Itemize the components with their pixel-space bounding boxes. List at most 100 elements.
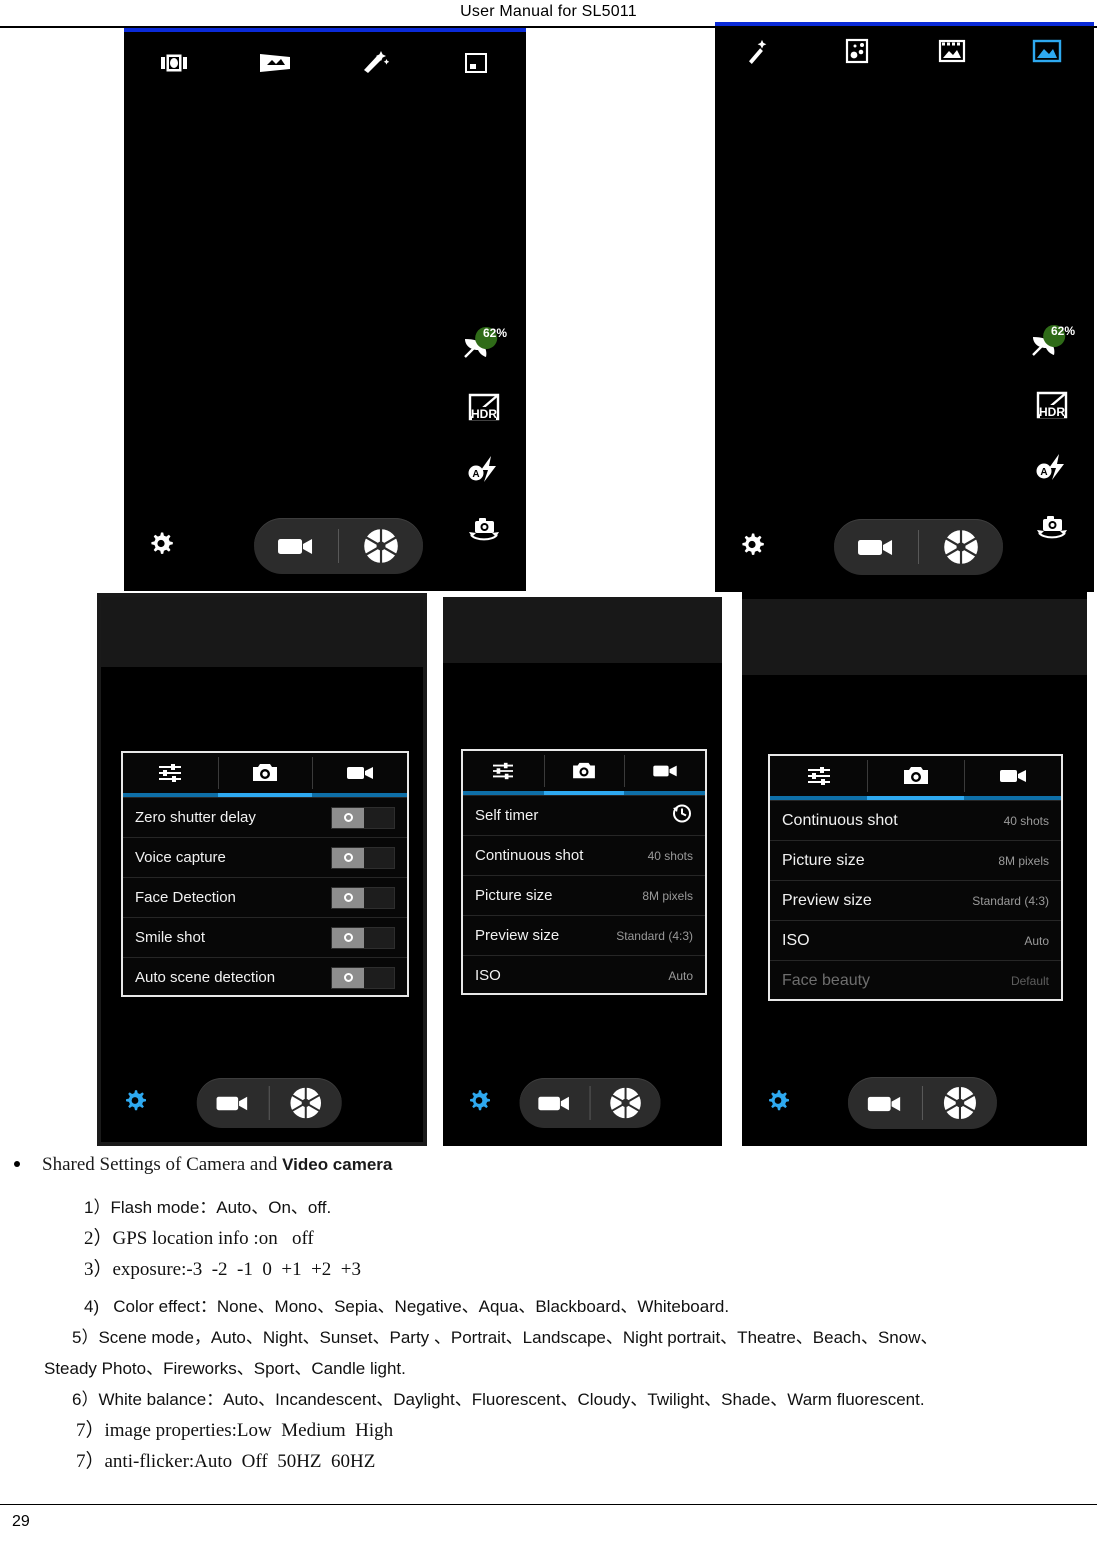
setting-row[interactable]: Voice capture (123, 837, 407, 877)
setting-row[interactable]: ISO Auto (770, 920, 1061, 960)
gear-icon[interactable] (465, 1087, 493, 1120)
setting-row[interactable]: ISO Auto (463, 955, 705, 995)
hdr-icon[interactable]: HDR (1035, 390, 1069, 425)
setting-value: Auto (668, 968, 693, 983)
setting-label: Picture size (475, 887, 553, 904)
magic-wand-icon[interactable] (715, 38, 810, 64)
setting-label: Face Detection (135, 889, 236, 906)
battery-leaf-icon[interactable]: 62% (460, 324, 508, 364)
gallery-photo-icon[interactable] (999, 39, 1094, 63)
list-item: 7）image properties:Low Medium High (76, 1420, 394, 1441)
setting-row[interactable]: Preview size Standard (4:3) (770, 880, 1061, 920)
settings-panel-toggles[interactable]: Zero shutter delay Voice capture Face De… (121, 751, 409, 997)
setting-label: Self timer (475, 807, 539, 824)
setting-row[interactable]: Zero shutter delay (123, 797, 407, 837)
setting-row[interactable]: Continuous shot 40 shots (770, 800, 1061, 840)
toggle-voice-capture[interactable] (331, 846, 395, 869)
tab-general[interactable] (123, 753, 218, 793)
toggle-smile-shot[interactable] (331, 926, 395, 949)
bullet-dot-icon (14, 1161, 20, 1167)
camera-viewfinder-right[interactable]: 62% HDR A (715, 22, 1094, 592)
tab-camera[interactable] (217, 753, 313, 793)
camera-viewfinder-left[interactable]: 62% HDR A (124, 28, 526, 591)
svg-text:HDR: HDR (471, 407, 497, 421)
toggle-auto-scene-detection[interactable] (331, 966, 395, 989)
setting-row[interactable]: Picture size 8M pixels (463, 875, 705, 915)
setting-row[interactable]: Smile shot (123, 917, 407, 957)
shutter-button[interactable] (919, 525, 1003, 569)
tab-camera[interactable] (867, 756, 964, 796)
setting-label: ISO (475, 967, 501, 984)
setting-row[interactable]: Preview size Standard (4:3) (463, 915, 705, 955)
setting-row[interactable]: Auto scene detection (123, 957, 407, 997)
film-strip-icon[interactable] (905, 39, 1000, 63)
magic-wand-icon[interactable] (325, 50, 426, 76)
screenshot-top-strip (742, 599, 1087, 675)
status-bar (715, 22, 1094, 26)
list-item: 4) Color effect：None、Mono、Sepia、Negative… (84, 1297, 730, 1316)
svg-text:HDR: HDR (1039, 405, 1065, 419)
setting-row[interactable]: Self timer (463, 795, 705, 835)
tab-general[interactable] (463, 751, 544, 791)
tab-active-indicator (217, 793, 313, 797)
clock-icon[interactable] (671, 802, 693, 829)
battery-leaf-icon[interactable]: 62% (1028, 322, 1076, 362)
video-record-button[interactable] (254, 534, 338, 558)
tab-video[interactable] (624, 751, 705, 791)
setting-row: Face beauty Default (770, 960, 1061, 1000)
viewfinder-bottom-bar (124, 515, 526, 577)
capture-controls (196, 1078, 342, 1128)
tab-general[interactable] (770, 756, 867, 796)
video-record-button[interactable] (519, 1092, 589, 1114)
settings-panel-capture-scrolled[interactable]: Continuous shot 40 shots Picture size 8M… (768, 754, 1063, 1001)
setting-row[interactable]: Picture size 8M pixels (770, 840, 1061, 880)
setting-value: Standard (4:3) (616, 928, 693, 943)
panorama-icon[interactable] (225, 52, 326, 74)
shutter-button[interactable] (270, 1083, 342, 1123)
shutter-button[interactable] (922, 1082, 996, 1124)
video-record-button[interactable] (847, 1092, 921, 1115)
manual-body-text: Shared Settings of Camera and Video came… (0, 1150, 1097, 1477)
footer-divider (0, 1504, 1097, 1505)
list-item: 7）anti-flicker:Auto Off 50HZ 60HZ (76, 1451, 376, 1472)
tab-video[interactable] (312, 753, 407, 793)
tab-video[interactable] (964, 756, 1061, 796)
tab-active-indicator (866, 796, 964, 800)
tab-underline (463, 791, 705, 795)
setting-row[interactable]: Continuous shot 40 shots (463, 835, 705, 875)
setting-label: Face beauty (782, 971, 871, 989)
video-record-button[interactable] (197, 1092, 269, 1114)
viewfinder-top-toolbar (124, 46, 526, 80)
shutter-button[interactable] (339, 524, 423, 568)
battery-percent-label: 62% (1050, 324, 1075, 338)
tab-camera[interactable] (543, 751, 625, 791)
gear-icon[interactable] (146, 529, 176, 564)
gear-icon[interactable] (764, 1087, 792, 1120)
hdr-icon[interactable]: HDR (467, 392, 501, 427)
photo-frame-icon[interactable] (426, 52, 527, 74)
gear-icon[interactable] (737, 530, 767, 565)
settings-tab-bar (123, 753, 407, 793)
setting-label: Preview size (782, 891, 872, 909)
multi-angle-view-icon[interactable] (124, 53, 225, 73)
list-item: 5）Scene mode，Auto、Night、Sunset、Party 、Po… (72, 1328, 938, 1347)
multi-angle-view-icon[interactable] (810, 38, 905, 64)
video-record-button[interactable] (834, 535, 918, 559)
toggle-face-detection[interactable] (331, 886, 395, 909)
settings-panel-capture[interactable]: Self timer Continuous shot 40 shots Pict… (461, 749, 707, 995)
tab-underline (770, 796, 1061, 800)
shutter-button[interactable] (590, 1083, 660, 1123)
flash-auto-icon[interactable]: A (467, 455, 501, 488)
settings-screenshot-capture[interactable]: Self timer Continuous shot 40 shots Pict… (443, 597, 722, 1146)
settings-screenshot-capture-scrolled[interactable]: Continuous shot 40 shots Picture size 8M… (742, 591, 1087, 1146)
gear-icon[interactable] (121, 1087, 149, 1120)
toggle-zero-shutter-delay[interactable] (331, 806, 395, 829)
flash-auto-icon[interactable]: A (1035, 453, 1069, 486)
svg-text:A: A (1040, 467, 1047, 478)
setting-value: 8M pixels (642, 888, 693, 903)
setting-row[interactable]: Face Detection (123, 877, 407, 917)
settings-screenshot-toggles[interactable]: Zero shutter delay Voice capture Face De… (97, 593, 427, 1146)
status-bar (124, 28, 526, 32)
setting-label: Continuous shot (782, 811, 898, 829)
setting-label: Preview size (475, 927, 560, 944)
